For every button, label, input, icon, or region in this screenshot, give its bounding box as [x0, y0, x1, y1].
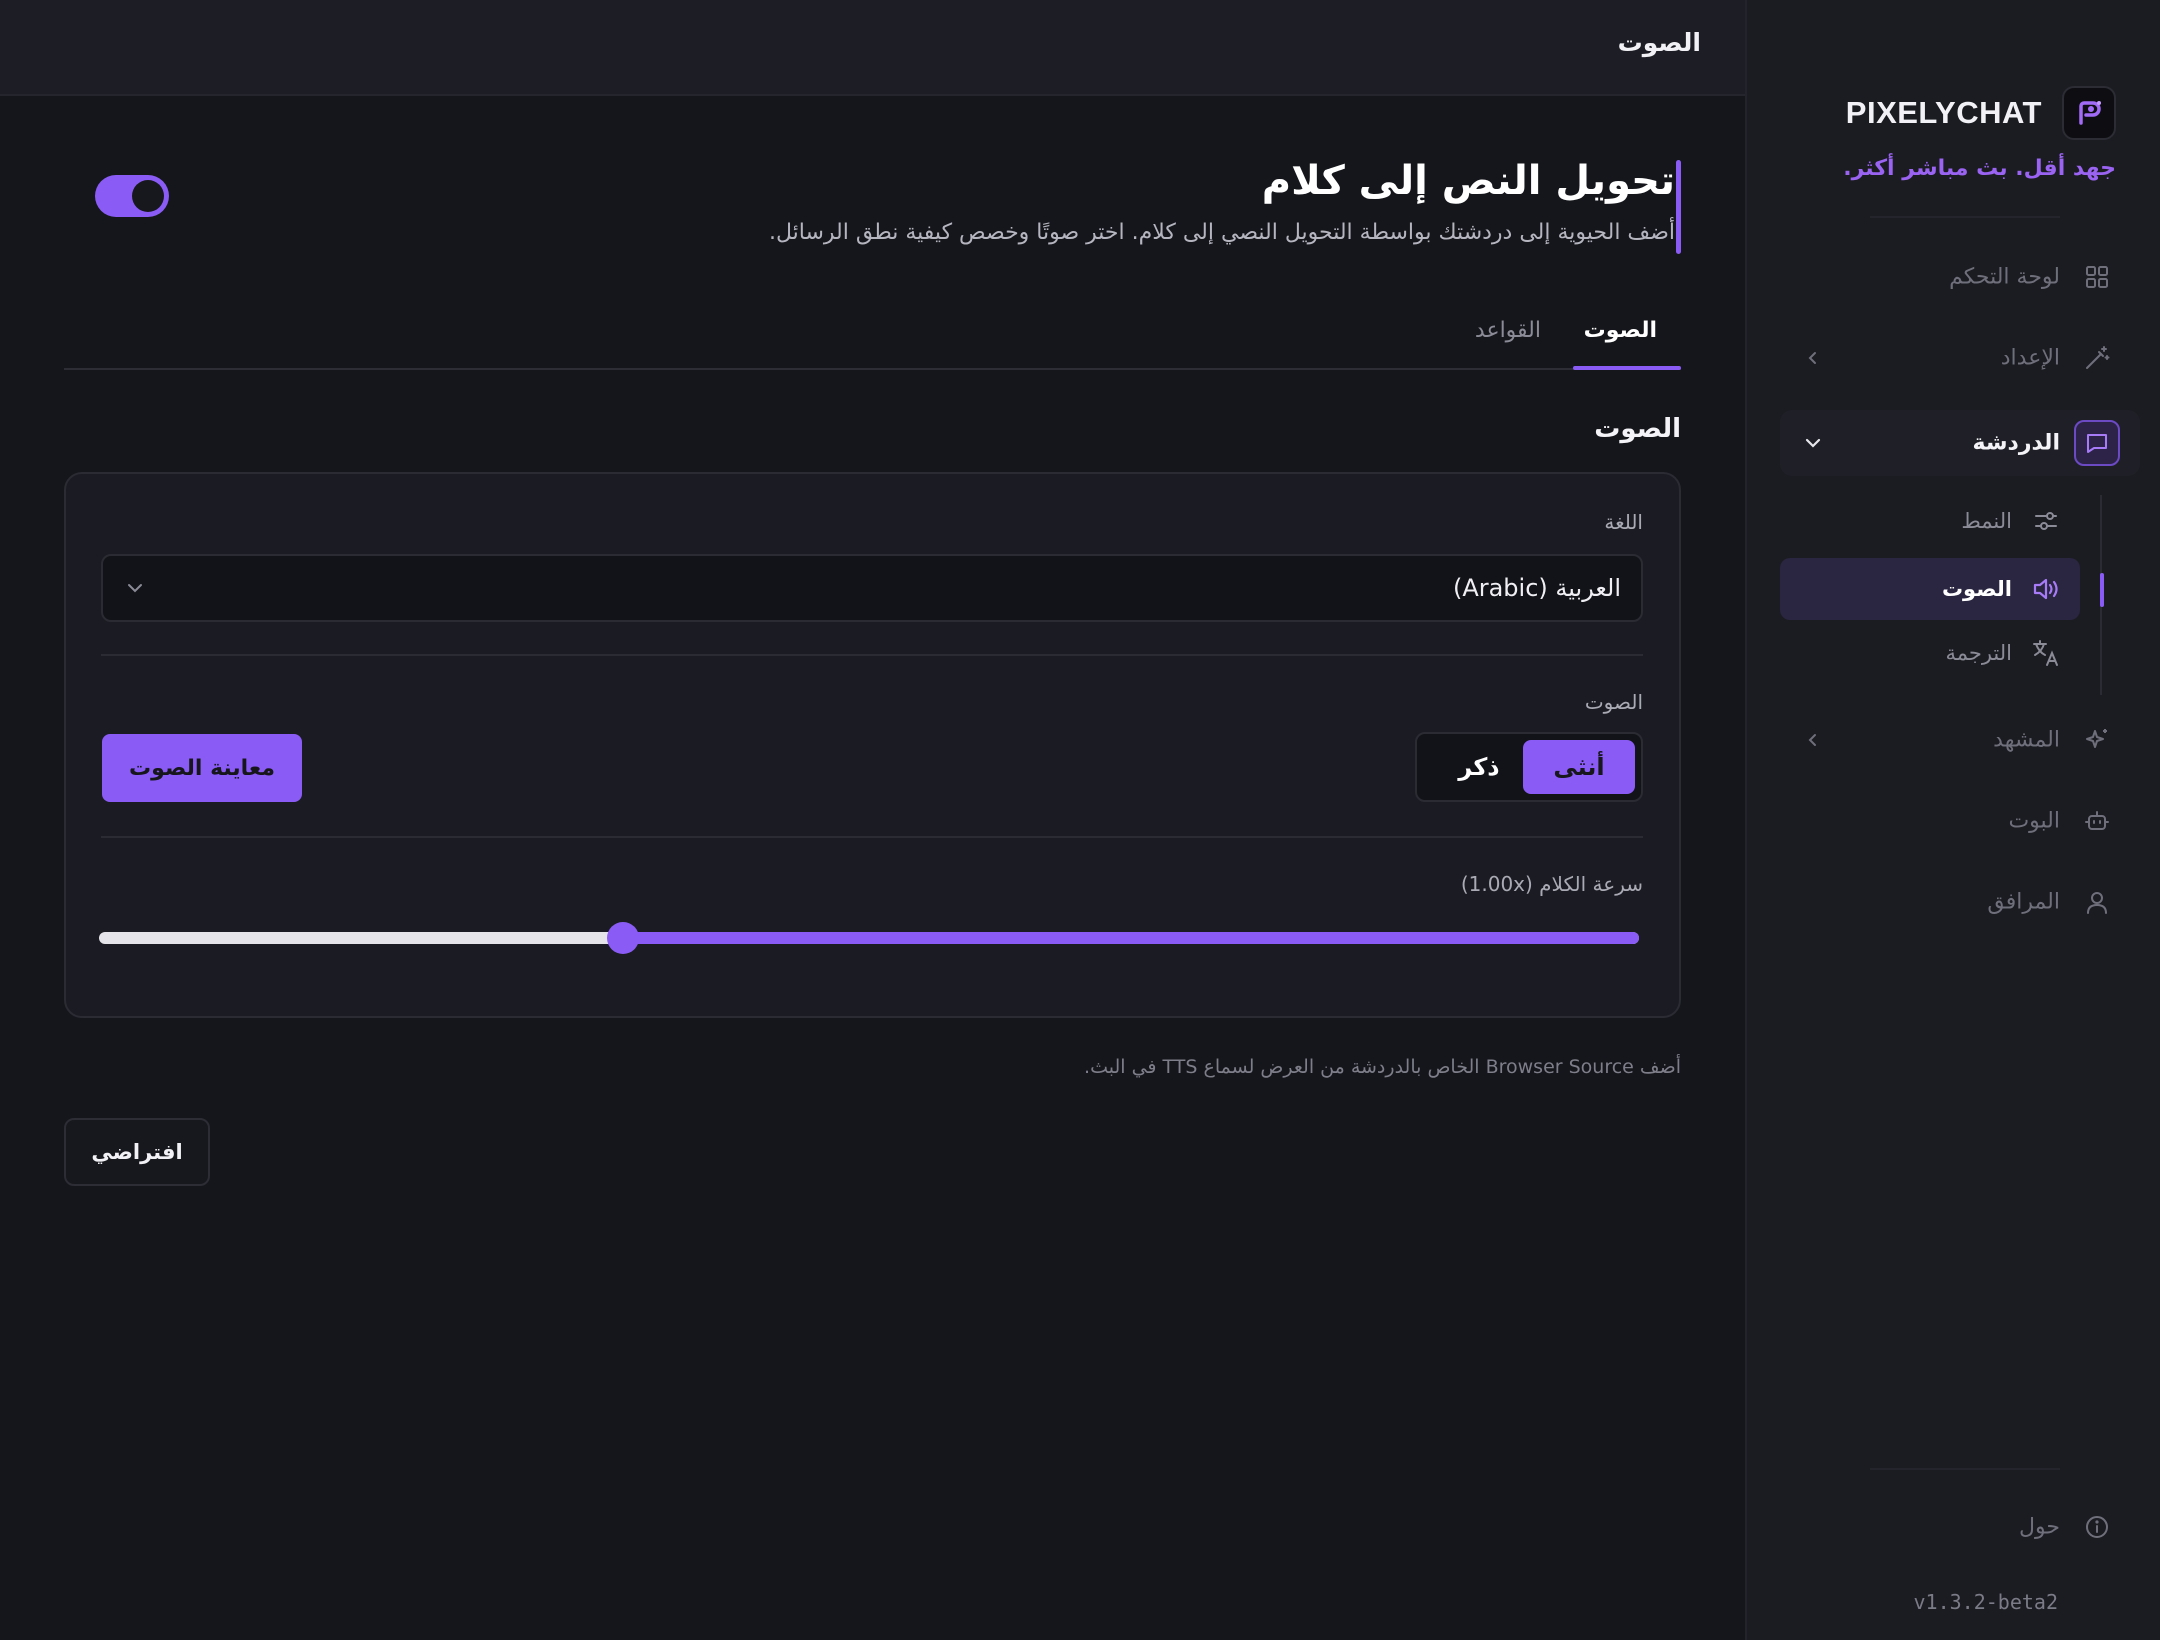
main-content: الصوت تحويل النص إلى كلام أضف الحيوية إل… — [0, 0, 1745, 1640]
chevron-left-icon — [1800, 345, 1826, 371]
divider — [101, 654, 1643, 656]
tab-voice[interactable]: الصوت — [1584, 318, 1657, 367]
sidebar-subitem-label: النمط — [1961, 509, 2012, 533]
chat-icon — [2074, 420, 2120, 466]
grid-icon — [2074, 254, 2120, 300]
sidebar: PIXELYCHAT جهد أقل. بث مباشر أكثر. لوحة … — [1745, 0, 2160, 1640]
active-indicator — [2100, 573, 2104, 607]
sidebar-item-bot[interactable]: البوت — [1780, 788, 2140, 854]
sliders-icon — [2030, 505, 2062, 537]
top-bar: الصوت — [0, 0, 1745, 96]
language-select-value: العربية (Arabic) — [1452, 574, 1621, 602]
tab-label: الصوت — [1583, 318, 1657, 343]
brand-tagline: جهد أقل. بث مباشر أكثر. — [1843, 156, 2116, 181]
toggle-knob — [132, 180, 164, 212]
sidebar-subitem-label: الترجمة — [1945, 641, 2012, 665]
chevron-left-icon — [1800, 727, 1826, 753]
slider-thumb[interactable] — [606, 922, 639, 954]
user-icon — [2074, 879, 2120, 925]
sidebar-item-label: الإعداد — [2000, 345, 2060, 371]
slider-fill — [622, 932, 1639, 944]
sparkles-icon — [2074, 717, 2120, 763]
version-label: v1.3.2-beta2 — [1913, 1590, 2059, 1614]
chevron-down-icon — [1800, 430, 1826, 456]
voice-male-button[interactable]: ذكر — [1423, 740, 1535, 794]
language-label: اللغة — [1604, 510, 1643, 534]
hero-description: أضف الحيوية إلى دردشتك بواسطة التحويل ال… — [769, 220, 1675, 245]
section-title: الصوت — [1594, 414, 1681, 444]
brand-name: PIXELYCHAT — [1845, 95, 2042, 130]
sidebar-subitem-style[interactable]: النمط — [1780, 490, 2080, 552]
brand-logo-icon — [2062, 86, 2116, 140]
sidebar-item-about[interactable]: حول — [1780, 1494, 2140, 1560]
sidebar-item-label: حول — [2019, 1514, 2060, 1540]
divider — [1870, 216, 2060, 218]
chevron-down-icon — [125, 578, 145, 602]
sidebar-item-label: الدردشة — [1972, 430, 2060, 456]
info-icon — [2074, 1504, 2120, 1550]
speech-rate-label: سرعة الكلام (1.00x) — [1460, 872, 1643, 896]
tab-rules[interactable]: القواعد — [1475, 318, 1541, 367]
translate-icon — [2030, 637, 2062, 669]
speaker-icon — [2030, 573, 2062, 605]
divider — [1870, 1468, 2060, 1470]
sidebar-item-label: المشهد — [1993, 727, 2060, 753]
sidebar-item-chat[interactable]: الدردشة — [1780, 410, 2140, 476]
brand: PIXELYCHAT — [1846, 86, 2116, 140]
sidebar-subitem-label: الصوت — [1941, 577, 2012, 601]
reset-default-button[interactable]: افتراضي — [64, 1118, 210, 1186]
tab-bar: الصوت القواعد — [64, 300, 1681, 370]
bot-icon — [2074, 798, 2120, 844]
speech-rate-slider[interactable] — [99, 922, 1639, 954]
app-root: PIXELYCHAT جهد أقل. بث مباشر أكثر. لوحة … — [0, 0, 2160, 1640]
sidebar-item-label: البوت — [2008, 808, 2060, 834]
sidebar-subitem-translation[interactable]: الترجمة — [1780, 622, 2080, 684]
sidebar-item-label: المرافق — [1987, 889, 2060, 915]
sidebar-subitem-voice[interactable]: الصوت — [1780, 558, 2080, 620]
sidebar-item-scene[interactable]: المشهد — [1780, 707, 2140, 773]
tab-label: القواعد — [1474, 318, 1541, 343]
tab-active-underline — [1573, 366, 1681, 370]
voice-label: الصوت — [1584, 690, 1643, 714]
browser-source-hint: أضف Browser Source الخاص بالدردشة من الع… — [1084, 1056, 1681, 1078]
voice-female-button[interactable]: أنثى — [1523, 740, 1635, 794]
page-title: الصوت — [1617, 28, 1701, 57]
wand-icon — [2074, 335, 2120, 381]
sidebar-item-setup[interactable]: الإعداد — [1780, 325, 2140, 391]
tts-enable-toggle[interactable] — [95, 175, 169, 217]
hero-title: تحويل النص إلى كلام — [1261, 158, 1675, 204]
preview-voice-button[interactable]: معاينة الصوت — [102, 734, 302, 802]
language-select[interactable]: العربية (Arabic) — [101, 554, 1643, 622]
sidebar-item-label: لوحة التحكم — [1949, 264, 2060, 290]
divider — [101, 836, 1643, 838]
voice-settings-card: اللغة العربية (Arabic) الصوت أنثى ذكر مع… — [64, 472, 1681, 1018]
hero-accent-bar — [1676, 160, 1681, 254]
voice-gender-toggle: أنثى ذكر — [1415, 732, 1643, 802]
sidebar-item-dashboard[interactable]: لوحة التحكم — [1780, 244, 2140, 310]
sidebar-item-companion[interactable]: المرافق — [1780, 869, 2140, 935]
